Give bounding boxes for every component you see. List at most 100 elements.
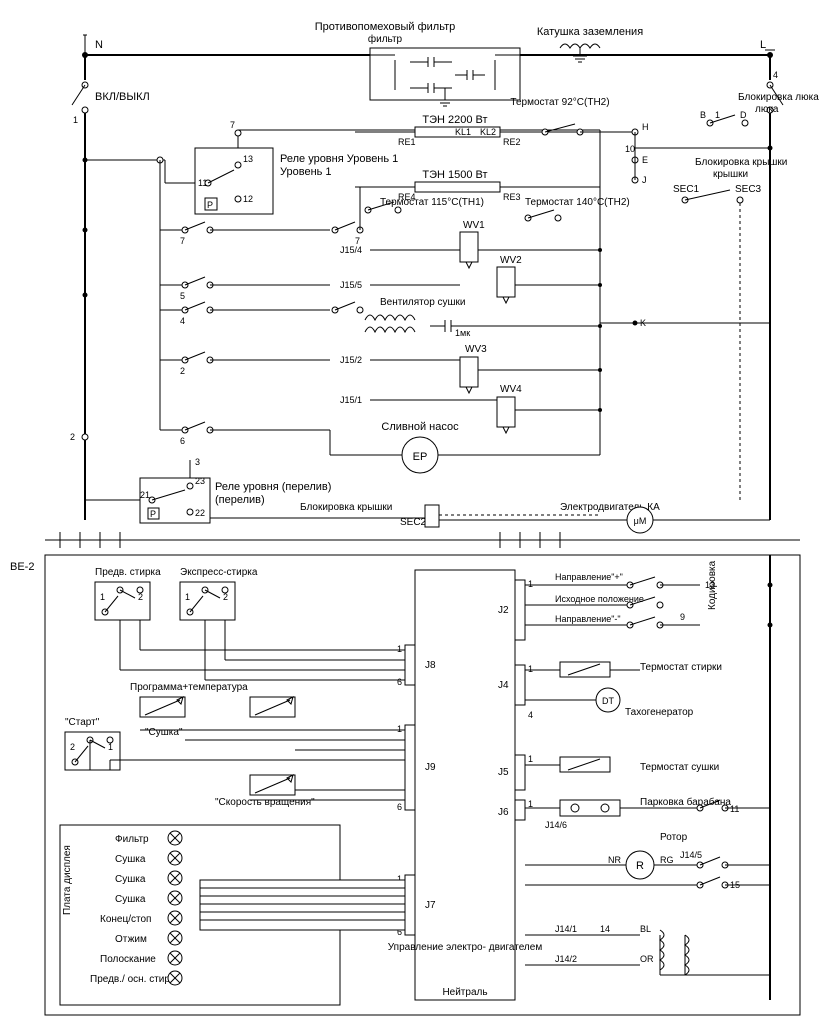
- svg-text:KL1: KL1: [455, 127, 471, 137]
- filter-label: Противопомеховый фильтр: [315, 21, 456, 33]
- svg-text:J7: J7: [425, 900, 436, 911]
- svg-text:4: 4: [528, 710, 533, 720]
- svg-text:Сушка: Сушка: [115, 874, 146, 885]
- svg-text:Тахогенератор: Тахогенератор: [625, 707, 694, 718]
- earth-coil-label: Катушка заземления: [537, 26, 643, 38]
- svg-text:6: 6: [397, 802, 402, 812]
- svg-text:Фильтр: Фильтр: [115, 834, 149, 845]
- be2-label: BE-2: [10, 561, 34, 573]
- prewash-label: Предв. стирка: [95, 567, 161, 578]
- svg-text:5: 5: [180, 291, 185, 301]
- svg-text:J9: J9: [425, 762, 436, 773]
- svg-text:9: 9: [680, 612, 685, 622]
- speed-label: "Скорость вращения": [215, 797, 315, 808]
- svg-text:7: 7: [180, 236, 185, 246]
- terminal-n: N: [95, 39, 103, 51]
- svg-text:10: 10: [625, 144, 635, 154]
- svg-text:WV1: WV1: [463, 220, 485, 231]
- express-label: Экспресс-стирка: [180, 567, 258, 578]
- svg-text:J2: J2: [498, 605, 509, 616]
- svg-text:RE2: RE2: [503, 137, 521, 147]
- svg-text:2: 2: [180, 366, 185, 376]
- svg-text:Полоскание: Полоскание: [100, 954, 156, 965]
- svg-text:Нейтраль: Нейтраль: [442, 987, 487, 998]
- svg-text:14: 14: [600, 924, 610, 934]
- svg-text:BL: BL: [640, 924, 651, 934]
- svg-text:1: 1: [108, 742, 113, 752]
- svg-text:6: 6: [180, 436, 185, 446]
- svg-text:J15/2: J15/2: [340, 355, 362, 365]
- sec3: SEC3: [735, 184, 762, 195]
- coding-label: Кодировка: [707, 560, 718, 610]
- svg-text:Отжим: Отжим: [115, 934, 147, 945]
- svg-text:E: E: [642, 155, 648, 165]
- svg-text:1: 1: [528, 754, 533, 764]
- svg-text:Термостат стирки: Термостат стирки: [640, 662, 722, 673]
- svg-text:люка: люка: [755, 104, 779, 115]
- svg-text:J14/5: J14/5: [680, 850, 702, 860]
- svg-text:μM: μM: [634, 516, 647, 526]
- svg-text:1мк: 1мк: [455, 328, 470, 338]
- svg-text:RE3: RE3: [503, 192, 521, 202]
- svg-text:KL2: KL2: [480, 127, 496, 137]
- svg-text:D: D: [740, 110, 747, 120]
- svg-text:Парковка барабана: Парковка барабана: [640, 796, 731, 808]
- svg-text:J15/1: J15/1: [340, 395, 362, 405]
- svg-text:4: 4: [773, 70, 778, 80]
- svg-text:Исходное положение: Исходное положение: [555, 594, 644, 604]
- svg-text:OR: OR: [640, 954, 654, 964]
- svg-text:Сушка: Сушка: [115, 854, 146, 865]
- start-label: "Старт": [65, 717, 100, 728]
- svg-text:Ротор: Ротор: [660, 832, 688, 843]
- lid-lock2: Блокировка крышки: [300, 502, 392, 513]
- svg-text:Термостат 92°C(TH2): Термостат 92°C(TH2): [510, 97, 609, 108]
- svg-text:11: 11: [730, 804, 739, 814]
- svg-text:1: 1: [397, 644, 402, 654]
- sec1: SEC1: [673, 184, 700, 195]
- svg-text:1: 1: [715, 110, 720, 120]
- svg-text:J15/4: J15/4: [340, 245, 362, 255]
- svg-text:Направление"+": Направление"+": [555, 572, 623, 582]
- level-relay-label: Реле уровня Уровень 1: [280, 153, 398, 165]
- svg-text:J4: J4: [498, 680, 509, 691]
- svg-text:1: 1: [100, 592, 105, 602]
- svg-text:H: H: [642, 122, 649, 132]
- svg-text:Уровень 1: Уровень 1: [280, 166, 332, 178]
- svg-text:J14/1: J14/1: [555, 924, 577, 934]
- svg-text:2: 2: [70, 432, 75, 442]
- svg-text:1: 1: [528, 579, 533, 589]
- svg-text:(перелив): (перелив): [215, 494, 265, 506]
- svg-text:3: 3: [195, 457, 200, 467]
- svg-text:P: P: [207, 200, 213, 210]
- fan-label: Вентилятор сушки: [380, 297, 466, 308]
- ribbon-cable: [200, 880, 405, 930]
- dry-label: "Сушка": [145, 727, 183, 738]
- svg-text:WV4: WV4: [500, 384, 522, 395]
- svg-text:J14/2: J14/2: [555, 954, 577, 964]
- svg-text:P: P: [150, 509, 156, 519]
- svg-text:6: 6: [397, 677, 402, 687]
- svg-text:12: 12: [243, 194, 253, 204]
- pump-sym: EP: [413, 451, 428, 463]
- svg-text:крышки: крышки: [713, 169, 748, 180]
- svg-text:J6: J6: [498, 807, 509, 818]
- svg-text:J8: J8: [425, 660, 436, 671]
- lid-lock-label: Блокировка крышки: [695, 157, 787, 168]
- svg-text:RG: RG: [660, 855, 674, 865]
- sec2: SEC2: [400, 517, 427, 528]
- svg-text:WV2: WV2: [500, 255, 522, 266]
- svg-text:7: 7: [230, 120, 235, 130]
- svg-text:2: 2: [223, 592, 228, 602]
- svg-text:R: R: [636, 860, 644, 872]
- svg-text:J5: J5: [498, 767, 509, 778]
- svg-text:Сушка: Сушка: [115, 894, 146, 905]
- schematic: N L ВКЛ/ВЫКЛ 4 Противопомеховый фильтр ф…: [0, 0, 832, 1024]
- svg-text:21: 21: [140, 490, 150, 500]
- svg-text:J15/5: J15/5: [340, 280, 362, 290]
- svg-text:Термостат 115°C(TH1): Термостат 115°C(TH1): [380, 197, 484, 208]
- svg-text:J14/6: J14/6: [545, 820, 567, 830]
- svg-text:NR: NR: [608, 855, 621, 865]
- svg-text:4: 4: [180, 316, 185, 326]
- svg-text:Направление"-": Направление"-": [555, 614, 621, 624]
- heater-1500: ТЭН 1500 Вт: [422, 169, 487, 181]
